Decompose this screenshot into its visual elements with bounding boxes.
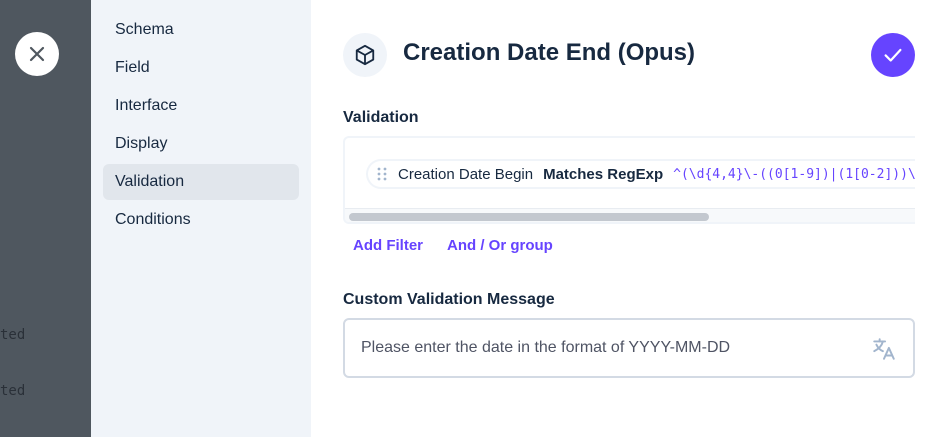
sidebar: Schema Field Interface Display Validatio… — [91, 0, 311, 437]
sidebar-item-label: Field — [115, 59, 150, 76]
main-panel: Creation Date End (Opus) Validation Crea… — [311, 0, 935, 437]
background-text: ted — [0, 327, 26, 343]
cube-icon — [355, 44, 375, 66]
page-title: Creation Date End (Opus) — [403, 39, 696, 66]
sidebar-item-label: Validation — [115, 173, 185, 190]
header-icon-badge — [343, 33, 387, 77]
sidebar-item-field[interactable]: Field — [103, 50, 299, 86]
close-icon — [29, 46, 45, 62]
close-button[interactable] — [15, 32, 59, 76]
sidebar-item-validation[interactable]: Validation — [103, 164, 299, 200]
sidebar-item-label: Schema — [115, 21, 174, 38]
custom-message-input[interactable]: Please enter the date in the format of Y… — [343, 318, 915, 378]
filter-value[interactable]: ^(\d{4,4}\-((0[1-9])|(1[0-2]))\- — [673, 167, 915, 182]
filter-operator[interactable]: Matches RegExp — [543, 166, 663, 183]
horizontal-scrollbar[interactable] — [345, 208, 915, 222]
scrollbar-thumb[interactable] — [349, 213, 709, 221]
drag-handle-icon[interactable] — [374, 166, 390, 182]
translate-icon[interactable] — [871, 336, 897, 362]
filter-field-name[interactable]: Creation Date Begin — [398, 166, 533, 183]
sidebar-item-label: Display — [115, 135, 168, 152]
sidebar-item-display[interactable]: Display — [103, 126, 299, 162]
custom-message-label: Custom Validation Message — [343, 291, 555, 308]
overlay-backdrop: ted ted — [0, 0, 91, 437]
background-text: ted — [0, 383, 26, 399]
sidebar-item-label: Interface — [115, 97, 178, 114]
save-button[interactable] — [871, 33, 915, 77]
sidebar-item-conditions[interactable]: Conditions — [103, 202, 299, 238]
add-filter-link[interactable]: Add Filter — [353, 237, 423, 254]
filter-rule[interactable]: Creation Date Begin Matches RegExp ^(\d{… — [366, 159, 915, 189]
sidebar-item-interface[interactable]: Interface — [103, 88, 299, 124]
filter-builder: Creation Date Begin Matches RegExp ^(\d{… — [343, 136, 915, 224]
sidebar-item-label: Conditions — [115, 211, 191, 228]
validation-label: Validation — [343, 109, 419, 126]
custom-message-value: Please enter the date in the format of Y… — [361, 339, 731, 356]
and-or-group-link[interactable]: And / Or group — [447, 237, 553, 254]
check-icon — [884, 48, 902, 62]
sidebar-item-schema[interactable]: Schema — [103, 12, 299, 48]
